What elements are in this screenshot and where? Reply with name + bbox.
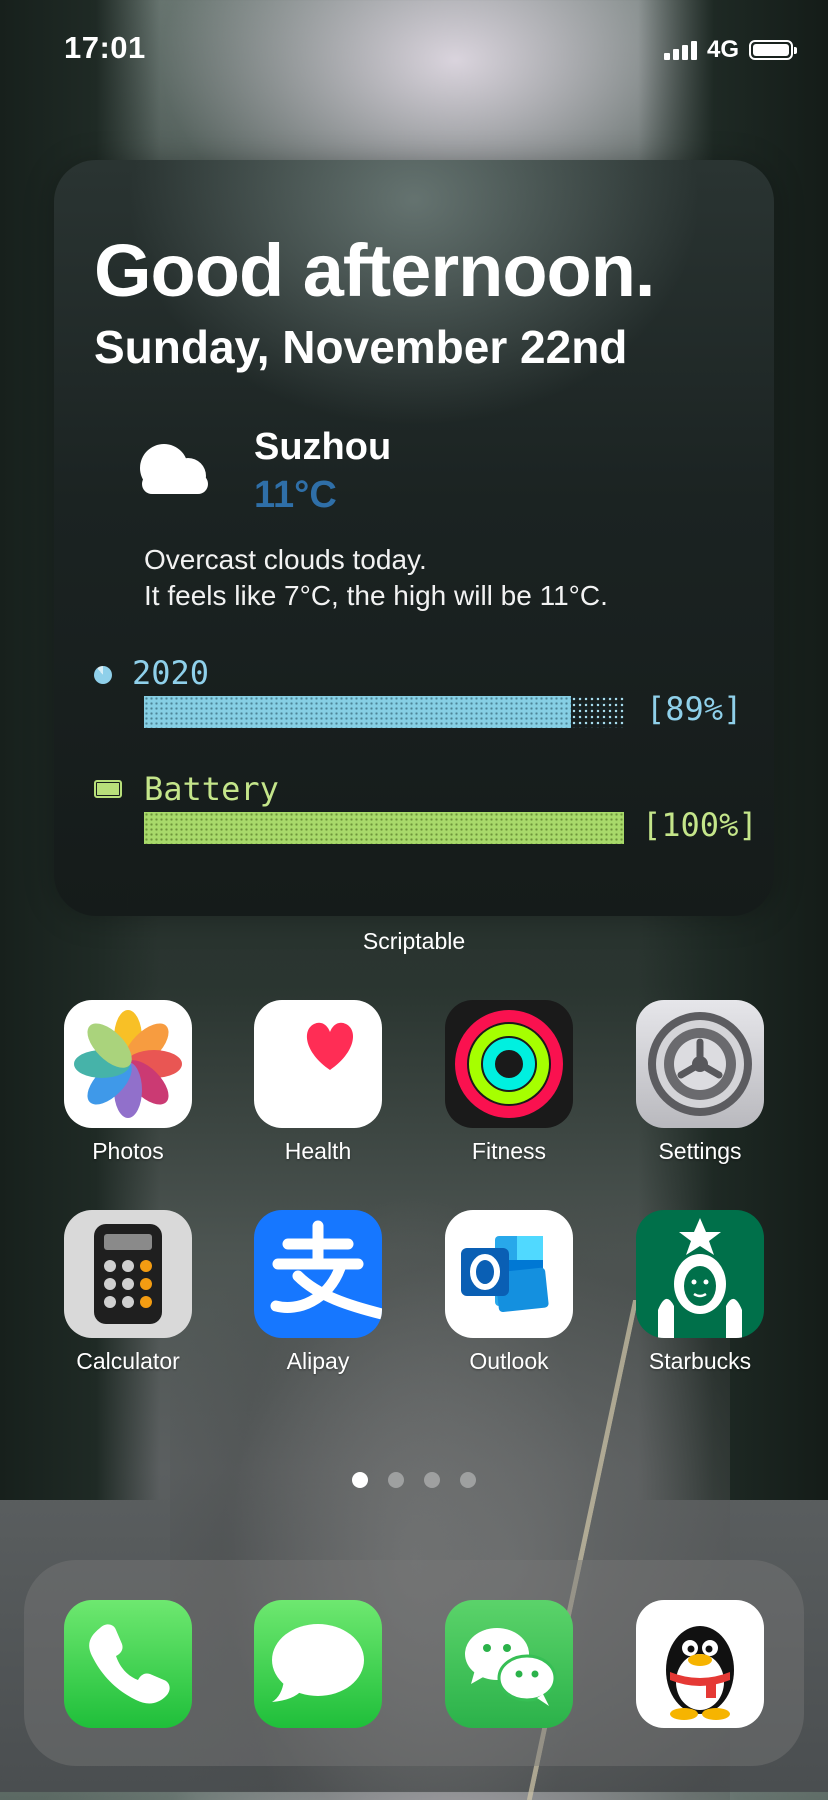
fitness-rings-icon: [445, 1000, 573, 1128]
battery-icon: [749, 40, 797, 60]
battery-progress-icon: [94, 780, 122, 798]
page-dot[interactable]: [460, 1472, 476, 1488]
phone-icon: [64, 1600, 192, 1728]
weather-city: Suzhou: [254, 426, 392, 468]
app-outlook[interactable]: Outlook: [445, 1210, 573, 1375]
app-fitness[interactable]: Fitness: [445, 1000, 573, 1165]
dock-app-messages[interactable]: [254, 1600, 382, 1728]
outlook-icon: [445, 1210, 573, 1338]
health-heart-icon: [254, 1000, 382, 1128]
calculator-icon: [64, 1210, 192, 1338]
app-label: Outlook: [469, 1348, 549, 1374]
dock-app-phone[interactable]: [64, 1600, 192, 1728]
app-label: Calculator: [76, 1348, 180, 1374]
page-dot[interactable]: [352, 1472, 368, 1488]
app-photos[interactable]: Photos: [64, 1000, 192, 1165]
year-progress-fill: [144, 696, 572, 728]
starbucks-icon: [636, 1210, 764, 1338]
year-progress-icon: [94, 666, 112, 684]
app-alipay[interactable]: Alipay: [254, 1210, 382, 1375]
app-label: Starbucks: [648, 1348, 752, 1374]
app-health[interactable]: Health: [254, 1000, 382, 1165]
cellular-signal-icon: [663, 40, 697, 60]
year-progress-label: 2020: [132, 654, 210, 692]
status-indicators: 4G: [663, 36, 797, 64]
year-progress-remaining: [571, 696, 624, 728]
battery-progress-bar: [144, 812, 624, 844]
qq-penguin-icon: [636, 1600, 764, 1728]
year-progress-bar: [144, 696, 624, 728]
app-label: Health: [284, 1138, 352, 1164]
weather-temperature: 11°C: [254, 474, 337, 516]
app-label: Settings: [658, 1138, 742, 1164]
battery-progress-percent: [100%]: [642, 806, 758, 844]
photos-icon: [64, 1000, 192, 1128]
weather-feels-like: It feels like 7°C, the high will be 11°C…: [144, 580, 608, 611]
dock-app-qq[interactable]: [636, 1600, 764, 1728]
page-dot[interactable]: [424, 1472, 440, 1488]
weather-description: Overcast clouds today.: [144, 544, 427, 575]
battery-progress-label: Battery: [144, 770, 279, 808]
app-calculator[interactable]: Calculator: [64, 1210, 192, 1375]
app-label: Fitness: [471, 1138, 547, 1164]
app-label: Photos: [92, 1138, 164, 1164]
messages-icon: [254, 1600, 382, 1728]
page-dot[interactable]: [388, 1472, 404, 1488]
alipay-icon: [254, 1210, 382, 1338]
widget-caption: Scriptable: [362, 928, 466, 954]
greeting-title: Good afternoon.: [94, 229, 655, 312]
dock: [24, 1560, 804, 1766]
battery-progress-fill: [144, 812, 624, 844]
status-time: 17:01: [64, 30, 146, 65]
page-indicator[interactable]: [0, 1472, 828, 1488]
app-label: Alipay: [286, 1348, 350, 1374]
app-settings[interactable]: Settings: [636, 1000, 764, 1165]
dock-app-wechat[interactable]: [445, 1600, 573, 1728]
scriptable-widget[interactable]: Good afternoon. Sunday, November 22nd Su…: [54, 160, 774, 916]
network-type: 4G: [706, 36, 739, 63]
cloud-icon: [140, 444, 208, 494]
settings-gear-icon: [636, 1000, 764, 1128]
year-progress-percent: [89%]: [646, 690, 743, 728]
wechat-icon: [445, 1600, 573, 1728]
date-subtitle: Sunday, November 22nd: [94, 321, 628, 373]
app-starbucks[interactable]: Starbucks: [636, 1210, 764, 1375]
